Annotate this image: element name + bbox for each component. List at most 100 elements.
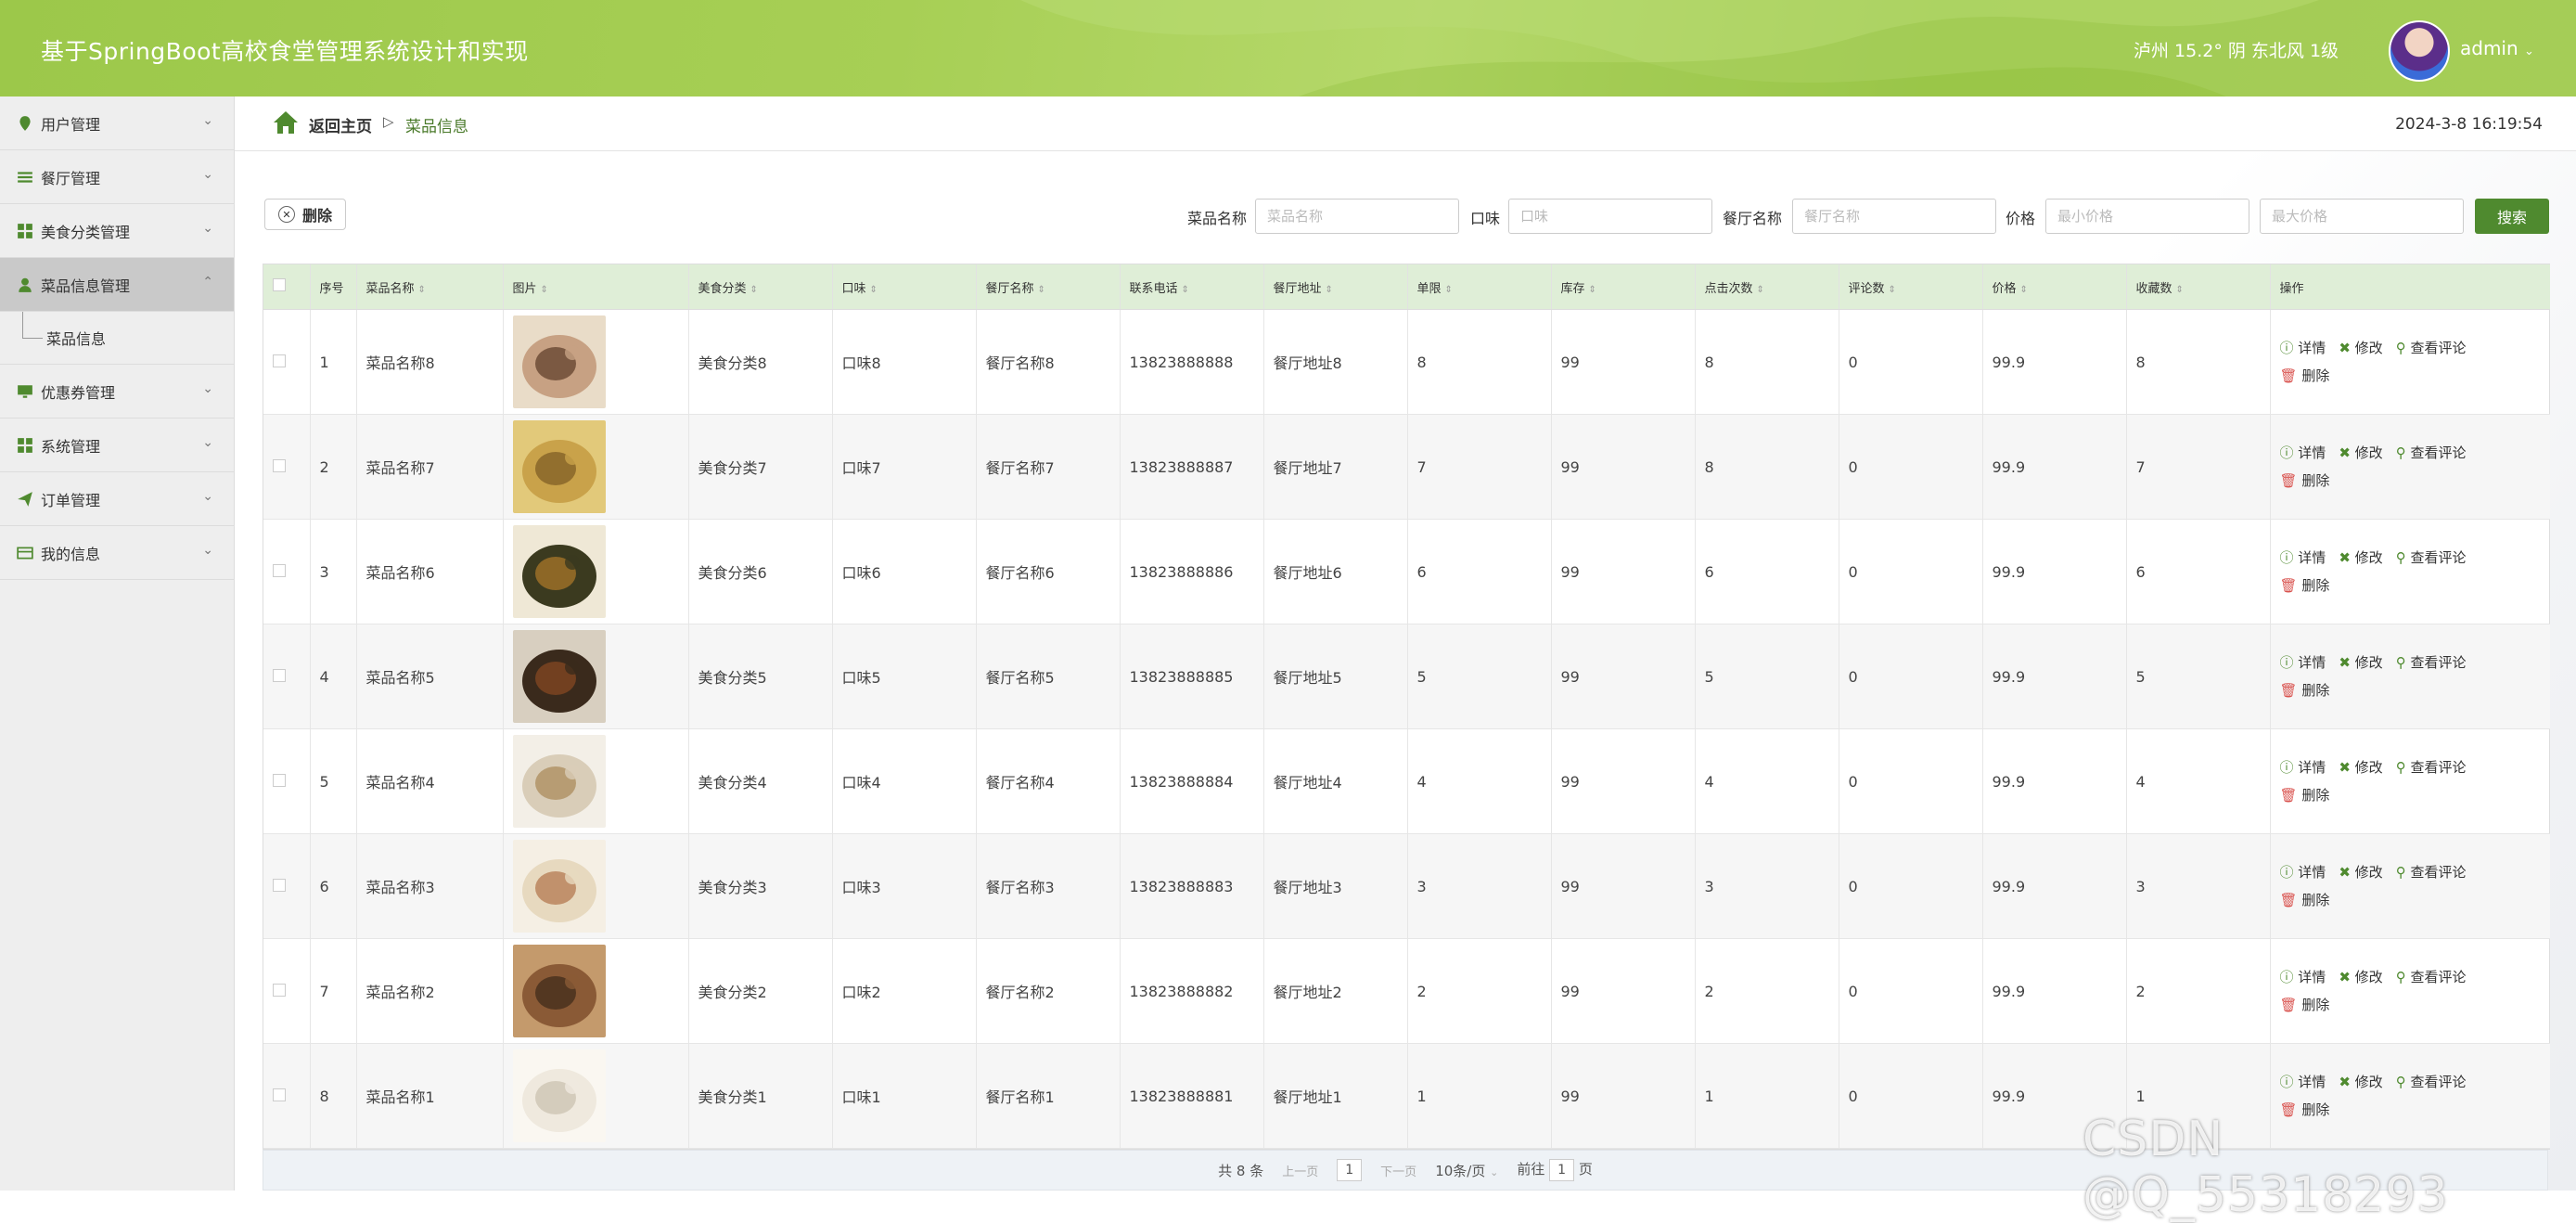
row-checkbox[interactable] xyxy=(273,458,286,472)
row-checkbox[interactable] xyxy=(273,983,286,997)
batch-delete-button[interactable]: ✕ 删除 xyxy=(264,199,346,230)
detail-button[interactable]: ⓘ 详情 xyxy=(2280,1074,2326,1090)
detail-button[interactable]: ⓘ 详情 xyxy=(2280,444,2326,461)
goto-page-input[interactable]: 1 xyxy=(1549,1159,1575,1181)
delete-button[interactable]: 🗑 删除 xyxy=(2280,577,2330,594)
column-header[interactable]: 餐厅地址 ⇕ xyxy=(1263,264,1408,310)
search-min-price-input[interactable] xyxy=(2045,199,2249,234)
sidebar-item-my-info[interactable]: 我的信息 ⌄ xyxy=(0,526,234,580)
select-all-checkbox[interactable] xyxy=(273,278,286,291)
column-header[interactable]: 口味 ⇕ xyxy=(832,264,977,310)
edit-button[interactable]: ✖ 修改 xyxy=(2339,549,2382,566)
current-page[interactable]: 1 xyxy=(1337,1159,1363,1181)
sort-icon[interactable]: ⇕ xyxy=(541,285,548,295)
image-cell xyxy=(503,938,689,1044)
sidebar-item-food-categories[interactable]: 美食分类管理 ⌄ xyxy=(0,204,234,258)
next-page-button[interactable]: 下一页 xyxy=(1380,1162,1416,1179)
sort-icon[interactable]: ⇕ xyxy=(418,285,426,295)
view-comments-button[interactable]: ⚲ 查看评论 xyxy=(2396,654,2467,671)
search-button[interactable]: 搜索 xyxy=(2475,199,2549,234)
detail-button[interactable]: ⓘ 详情 xyxy=(2280,864,2326,881)
sidebar-item-dish-info[interactable]: 菜品信息管理 ⌃ xyxy=(0,258,234,312)
sort-icon[interactable]: ⇕ xyxy=(2020,285,2028,295)
column-header[interactable]: 联系电话 ⇕ xyxy=(1120,264,1264,310)
column-header[interactable]: 餐厅名称 ⇕ xyxy=(976,264,1121,310)
table-header-row: 序号 菜品名称 ⇕ 图片 ⇕ 美食分类 ⇕ 口味 ⇕ 餐厅名称 ⇕ 联系电话 ⇕ 餐厅地址 ⇕… xyxy=(263,264,2550,310)
search-max-price-input[interactable] xyxy=(2260,199,2464,234)
image-cell xyxy=(503,728,689,834)
edit-label: 修改 xyxy=(2354,654,2383,671)
sidebar-item-coupons[interactable]: 优惠券管理 ⌄ xyxy=(0,365,234,418)
sort-icon[interactable]: ⇕ xyxy=(2176,285,2184,295)
view-comments-button[interactable]: ⚲ 查看评论 xyxy=(2396,340,2467,356)
edit-button[interactable]: ✖ 修改 xyxy=(2339,864,2382,881)
sort-icon[interactable]: ⇕ xyxy=(1757,285,1764,295)
edit-button[interactable]: ✖ 修改 xyxy=(2339,340,2382,356)
search-restaurant-input[interactable] xyxy=(1792,199,1996,234)
delete-button[interactable]: 🗑 删除 xyxy=(2280,787,2330,804)
sidebar-item-orders[interactable]: 订单管理 ⌄ xyxy=(0,472,234,526)
row-checkbox[interactable] xyxy=(273,773,286,787)
row-checkbox[interactable] xyxy=(273,563,286,577)
column-header[interactable]: 库存 ⇕ xyxy=(1551,264,1696,310)
sort-icon[interactable]: ⇕ xyxy=(1889,285,1896,295)
sort-icon[interactable]: ⇕ xyxy=(1445,285,1453,295)
sidebar-item-label: 餐厅管理 xyxy=(41,169,101,187)
sort-icon[interactable]: ⇕ xyxy=(1326,285,1333,295)
search-name-input[interactable] xyxy=(1255,199,1459,234)
view-comments-button[interactable]: ⚲ 查看评论 xyxy=(2396,759,2467,776)
column-header[interactable]: 收藏数 ⇕ xyxy=(2126,264,2271,310)
search-taste-input[interactable] xyxy=(1508,199,1712,234)
view-comments-button[interactable]: ⚲ 查看评论 xyxy=(2396,1074,2467,1090)
edit-button[interactable]: ✖ 修改 xyxy=(2339,654,2382,671)
sort-icon[interactable]: ⇕ xyxy=(1182,285,1189,295)
detail-button[interactable]: ⓘ 详情 xyxy=(2280,549,2326,566)
view-comments-button[interactable]: ⚲ 查看评论 xyxy=(2396,864,2467,881)
column-header[interactable]: 单限 ⇕ xyxy=(1407,264,1552,310)
delete-button[interactable]: 🗑 删除 xyxy=(2280,472,2330,489)
sidebar-subitem-dish-info[interactable]: 菜品信息 xyxy=(0,312,234,365)
delete-button[interactable]: 🗑 删除 xyxy=(2280,367,2330,384)
edit-button[interactable]: ✖ 修改 xyxy=(2339,444,2382,461)
cell-phone: 13823888882 xyxy=(1120,938,1264,1044)
column-header[interactable]: 评论数 ⇕ xyxy=(1839,264,1983,310)
column-header[interactable]: 点击次数 ⇕ xyxy=(1695,264,1839,310)
detail-button[interactable]: ⓘ 详情 xyxy=(2280,759,2326,776)
sidebar-item-restaurants[interactable]: 餐厅管理 ⌄ xyxy=(0,150,234,204)
view-comments-button[interactable]: ⚲ 查看评论 xyxy=(2396,444,2467,461)
page-size-select[interactable]: 10条/页 ⌄ xyxy=(1435,1161,1498,1180)
sort-icon[interactable]: ⇕ xyxy=(870,285,878,295)
edit-button[interactable]: ✖ 修改 xyxy=(2339,759,2382,776)
home-icon[interactable] xyxy=(272,109,300,135)
column-header[interactable]: 美食分类 ⇕ xyxy=(688,264,833,310)
sidebar-item-system[interactable]: 系统管理 ⌄ xyxy=(0,418,234,472)
column-header[interactable]: 菜品名称 ⇕ xyxy=(356,264,504,310)
row-checkbox[interactable] xyxy=(273,1088,286,1101)
delete-button[interactable]: 🗑 删除 xyxy=(2280,892,2330,908)
column-header[interactable]: 价格 ⇕ xyxy=(1982,264,2127,310)
edit-button[interactable]: ✖ 修改 xyxy=(2339,969,2382,985)
sort-icon[interactable]: ⇕ xyxy=(1038,285,1045,295)
sidebar-item-users[interactable]: 用户管理 ⌄ xyxy=(0,97,234,150)
view-comments-button[interactable]: ⚲ 查看评论 xyxy=(2396,969,2467,985)
avatar[interactable] xyxy=(2389,20,2450,82)
sort-icon[interactable]: ⇕ xyxy=(750,285,758,295)
user-menu[interactable]: admin ⌄ xyxy=(2460,37,2534,59)
row-checkbox[interactable] xyxy=(273,354,286,367)
column-header[interactable]: 图片 ⇕ xyxy=(503,264,689,310)
prev-page-button[interactable]: 上一页 xyxy=(1282,1162,1318,1179)
goto-suffix: 页 xyxy=(1578,1161,1593,1178)
view-comments-button[interactable]: ⚲ 查看评论 xyxy=(2396,549,2467,566)
detail-button[interactable]: ⓘ 详情 xyxy=(2280,340,2326,356)
detail-button[interactable]: ⓘ 详情 xyxy=(2280,969,2326,985)
delete-button[interactable]: 🗑 删除 xyxy=(2280,997,2330,1013)
row-checkbox[interactable] xyxy=(273,878,286,892)
sort-icon[interactable]: ⇕ xyxy=(1589,285,1596,295)
current-datetime: 2024-3-8 16:19:54 xyxy=(2395,115,2543,134)
delete-label: 删除 xyxy=(2301,682,2330,699)
edit-button[interactable]: ✖ 修改 xyxy=(2339,1074,2382,1090)
breadcrumb-home-link[interactable]: 返回主页 xyxy=(309,113,372,136)
row-checkbox[interactable] xyxy=(273,668,286,682)
detail-button[interactable]: ⓘ 详情 xyxy=(2280,654,2326,671)
delete-button[interactable]: 🗑 删除 xyxy=(2280,682,2330,699)
